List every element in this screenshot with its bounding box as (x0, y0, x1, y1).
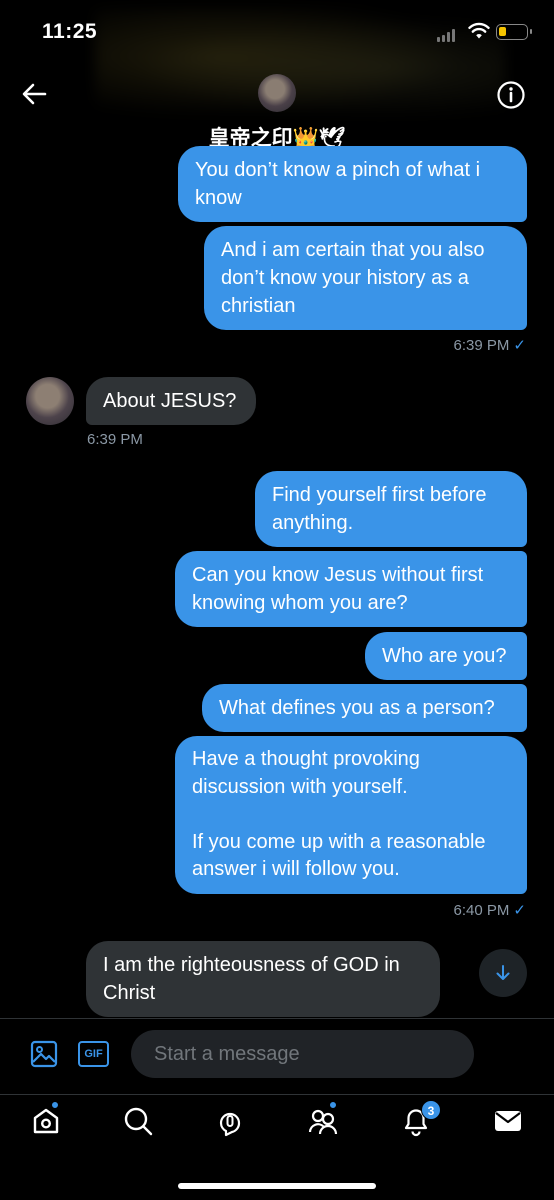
message-bubble-outgoing[interactable]: Find yourself first before anything. (255, 471, 527, 547)
read-check-icon: ✓ (513, 337, 526, 354)
messages-icon[interactable] (492, 1105, 524, 1137)
sender-avatar[interactable] (26, 377, 74, 425)
blurred-banner (95, 8, 505, 128)
message-timestamp: 6:40 PM ✓ (453, 902, 526, 919)
conversation-avatar[interactable] (258, 74, 296, 112)
home-notification-dot (51, 1101, 59, 1109)
message-bubble-outgoing[interactable]: Have a thought provoking discussion with… (175, 736, 527, 894)
battery-icon (496, 24, 532, 40)
scroll-to-bottom-button[interactable] (479, 949, 527, 997)
message-timestamp: 6:39 PM (87, 431, 143, 448)
message-bubble-outgoing[interactable]: Who are you? (365, 632, 527, 680)
info-icon[interactable] (496, 80, 526, 110)
message-bubble-outgoing[interactable]: What defines you as a person? (202, 684, 527, 732)
message-bubble-incoming[interactable]: I am the righteousness of GOD in Christ (86, 941, 440, 1017)
status-bar: 11:25 (0, 0, 554, 128)
message-input[interactable]: Start a message (131, 1030, 474, 1078)
search-icon[interactable] (122, 1105, 154, 1137)
communities-notification-dot (329, 1101, 337, 1109)
home-icon[interactable] (30, 1105, 62, 1137)
wifi-icon (468, 22, 490, 39)
message-timestamp: 6:39 PM ✓ (453, 337, 526, 354)
home-indicator (178, 1183, 376, 1189)
message-bubble-outgoing[interactable]: Can you know Jesus without first knowing… (175, 551, 527, 627)
arrow-down-icon (496, 965, 510, 980)
notifications-badge: 3 (421, 1100, 441, 1120)
cellular-signal-icon (437, 28, 455, 42)
image-icon[interactable] (30, 1040, 58, 1068)
spaces-icon[interactable] (214, 1105, 246, 1137)
communities-icon[interactable] (307, 1105, 339, 1137)
status-time: 11:25 (42, 20, 98, 43)
message-bubble-outgoing[interactable]: You don’t know a pinch of what i know (178, 146, 527, 222)
back-arrow-icon[interactable] (20, 80, 48, 108)
voice-message-icon[interactable] (498, 1040, 526, 1068)
gif-icon[interactable]: GIF (78, 1041, 109, 1067)
message-bubble-incoming[interactable]: About JESUS? (86, 377, 256, 425)
message-bubble-outgoing[interactable]: And i am certain that you also don’t kno… (204, 226, 527, 330)
read-check-icon: ✓ (513, 902, 526, 919)
